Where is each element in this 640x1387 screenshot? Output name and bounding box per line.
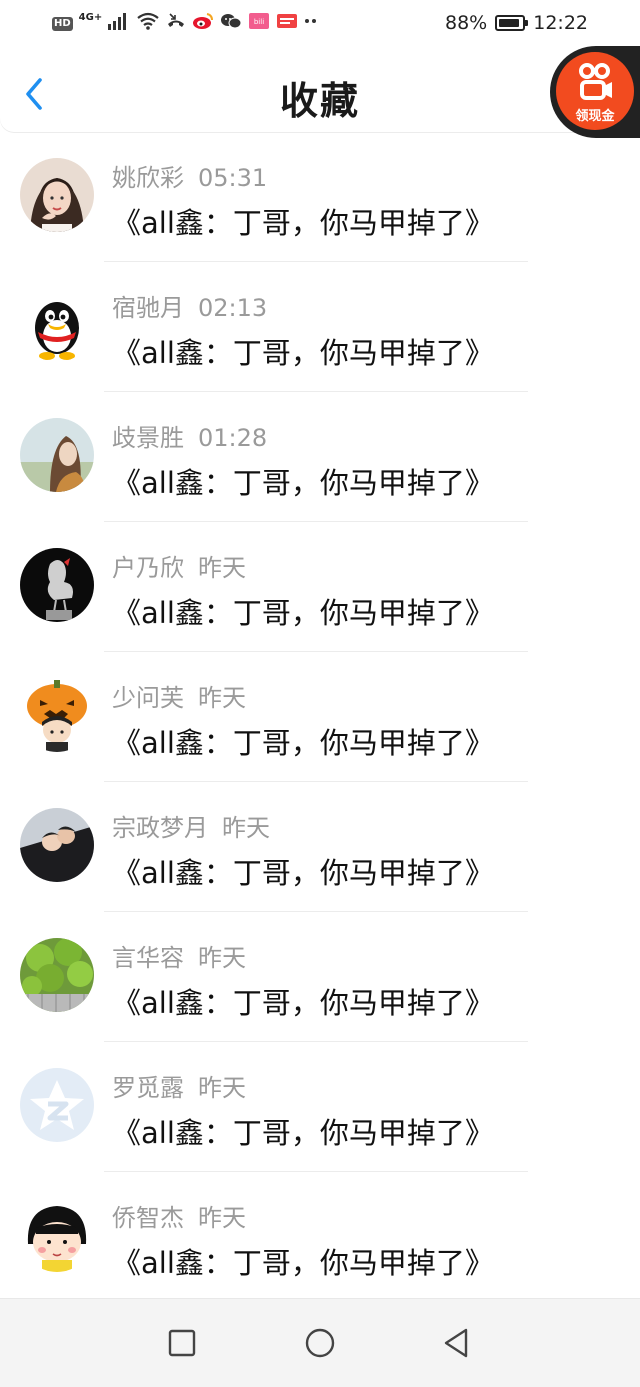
header: 收藏 [0,48,640,132]
status-left: HD 4G+ bili [52,12,318,35]
list-item[interactable]: 少问芙 昨天 《all鑫：丁哥，你马甲掉了》 [0,652,640,782]
sender-name: 歧景胜 [112,424,184,452]
list-item[interactable]: 宿驰月 02:13 《all鑫：丁哥，你马甲掉了》 [0,262,640,392]
home-icon [305,1328,335,1358]
sender-name: 罗觅露 [112,1074,184,1102]
kuaishou-float-badge[interactable]: 领现金 [550,46,640,138]
item-message: 《all鑫：丁哥，你马甲掉了》 [112,986,494,1020]
item-meta: 少问芙 昨天 [112,678,246,713]
item-time: 05:31 [198,164,268,192]
item-meta: 宗政梦月 昨天 [112,808,270,843]
avatar [20,288,94,362]
item-message: 《all鑫：丁哥，你马甲掉了》 [112,726,494,760]
clock: 12:22 [533,12,588,34]
avatar [20,548,94,622]
list-item[interactable]: 侨智杰 昨天 《all鑫：丁哥，你马甲掉了》 [0,1172,640,1302]
avatar [20,678,94,752]
kuaishou-icon [579,63,612,100]
list-item[interactable]: 姚欣彩 05:31 《all鑫：丁哥，你马甲掉了》 [0,132,640,262]
avatar [20,808,94,882]
nav-back-button[interactable] [434,1321,478,1365]
page-title: 收藏 [279,79,360,123]
item-message: 《all鑫：丁哥，你马甲掉了》 [112,466,494,500]
screen: HD 4G+ bili 88% 12:22 收藏 领现金 姚欣彩 05:31 《… [0,0,640,1387]
sender-name: 侨智杰 [112,1204,184,1232]
network-type: 4G+ [78,12,103,23]
kuaishou-badge-circle: 领现金 [556,52,634,130]
list-item[interactable]: 言华容 昨天 《all鑫：丁哥，你马甲掉了》 [0,912,640,1042]
item-meta: 姚欣彩 05:31 [112,158,267,193]
battery-icon [495,15,529,31]
list-item[interactable]: 宗政梦月 昨天 《all鑫：丁哥，你马甲掉了》 [0,782,640,912]
item-time: 昨天 [198,554,246,582]
status-bar: HD 4G+ bili 88% 12:22 [0,0,640,48]
recent-apps-icon [168,1329,196,1357]
item-time: 02:13 [198,294,268,322]
list-item[interactable]: 罗觅露 昨天 《all鑫：丁哥，你马甲掉了》 [0,1042,640,1172]
sender-name: 户乃欣 [112,554,184,582]
avatar [20,1068,94,1142]
sender-name: 言华容 [112,944,184,972]
sender-name: 宿驰月 [112,294,184,322]
battery-fill [499,19,519,27]
item-message: 《all鑫：丁哥，你马甲掉了》 [112,336,494,370]
item-meta: 歧景胜 01:28 [112,418,267,453]
avatar [20,418,94,492]
item-meta: 言华容 昨天 [112,938,246,973]
item-time: 昨天 [198,1204,246,1232]
item-time: 昨天 [198,944,246,972]
toutiao-icon [276,12,298,35]
avatar [20,1198,94,1272]
sender-name: 少问芙 [112,684,184,712]
weibo-icon [192,12,214,35]
item-message: 《all鑫：丁哥，你马甲掉了》 [112,1116,494,1150]
item-time: 昨天 [198,684,246,712]
more-icon [304,12,318,35]
list-item[interactable]: 户乃欣 昨天 《all鑫：丁哥，你马甲掉了》 [0,522,640,652]
item-message: 《all鑫：丁哥，你马甲掉了》 [112,206,494,240]
system-nav-bar [0,1298,640,1387]
favorites-list: 姚欣彩 05:31 《all鑫：丁哥，你马甲掉了》 宿驰月 02:13 《all… [0,132,640,1302]
sender-name: 宗政梦月 [112,814,208,842]
item-meta: 侨智杰 昨天 [112,1198,246,1233]
signal-icon [108,12,130,35]
list-item[interactable]: 歧景胜 01:28 《all鑫：丁哥，你马甲掉了》 [0,392,640,522]
item-time: 昨天 [222,814,270,842]
float-badge-label: 领现金 [575,109,615,124]
wifi-icon [136,12,160,35]
back-icon [444,1328,468,1358]
status-right: 88% 12:22 [445,12,588,34]
item-meta: 户乃欣 昨天 [112,548,246,583]
missed-call-icon [166,12,186,35]
hd-badge: HD [52,16,73,31]
item-message: 《all鑫：丁哥，你马甲掉了》 [112,856,494,890]
item-meta: 罗觅露 昨天 [112,1068,246,1103]
avatar [20,938,94,1012]
home-button[interactable] [298,1321,342,1365]
bilibili-icon: bili [248,12,270,35]
item-message: 《all鑫：丁哥，你马甲掉了》 [112,1246,494,1280]
battery-percent: 88% [445,12,488,34]
item-time: 01:28 [198,424,268,452]
svg-text:bili: bili [254,18,264,26]
wechat-icon [220,12,242,35]
sender-name: 姚欣彩 [112,164,184,192]
recent-apps-button[interactable] [160,1321,204,1365]
item-meta: 宿驰月 02:13 [112,288,267,323]
item-message: 《all鑫：丁哥，你马甲掉了》 [112,596,494,630]
avatar [20,158,94,232]
item-time: 昨天 [198,1074,246,1102]
